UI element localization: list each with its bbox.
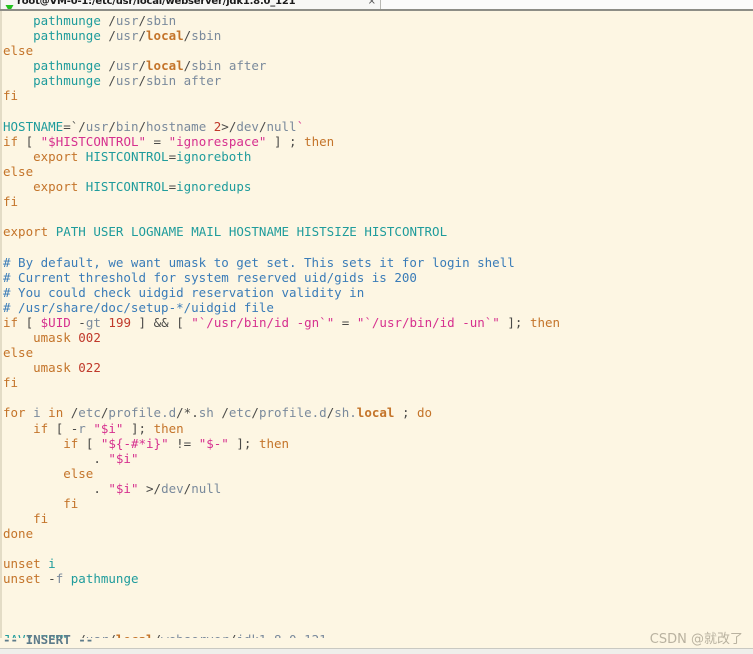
window-tab-strip: root@VM-0-1:/etc/usr/local/webserver/jdk…: [0, 0, 753, 11]
window-bottom-bar: [0, 648, 753, 654]
code-line: HOSTNAME=`/usr/bin/hostname 2>/dev/null`: [3, 118, 305, 134]
code-line: if [ "$HISTCONTROL" = "ignorespace" ] ; …: [3, 133, 335, 149]
code-line: umask 002: [33, 329, 101, 345]
code-line: # By default, we want umask to get set. …: [3, 254, 515, 270]
code-line: done: [3, 526, 34, 542]
code-line: if [ $UID -gt 199 ] && [ "`/usr/bin/id -…: [3, 314, 561, 330]
green-arrow-icon: [5, 0, 14, 10]
vim-terminal-window: root@VM-0-1:/etc/usr/local/webserver/jdk…: [0, 0, 753, 654]
code-line: pathmunge /usr/sbin: [33, 13, 177, 28]
code-line: else: [3, 345, 34, 361]
code-line: export HISTCONTROL=ignoredups: [33, 179, 252, 195]
code-line: fi: [3, 194, 19, 210]
code-line: fi: [63, 496, 79, 511]
code-line: # You could check uidgid reservation val…: [3, 284, 365, 300]
code-line: fi: [3, 375, 19, 391]
code-line: # /usr/share/doc/setup-*/uidgid file: [3, 299, 274, 315]
code-line: if [ "${-#*i}" != "$-" ]; then: [63, 435, 290, 451]
close-icon[interactable]: ×: [368, 0, 376, 7]
code-line: export HISTCONTROL=ignoreboth: [33, 148, 252, 164]
code-line: . "$i": [93, 450, 139, 466]
code-line: . "$i" >/dev/null: [93, 480, 222, 496]
code-line: unset -f pathmunge: [3, 571, 139, 587]
code-line: pathmunge /usr/local/sbin after: [33, 58, 267, 74]
code-line: fi: [3, 88, 19, 104]
code-line: else: [63, 465, 94, 481]
vim-status-line: -- INSERT --: [3, 632, 94, 647]
tab-title-label: root@VM-0-1:/etc/usr/local/webserver/jdk…: [17, 0, 296, 7]
vim-editor-area[interactable]: pathmunge /usr/sbin pathmunge /usr/local…: [0, 11, 753, 638]
code-line: umask 022: [33, 360, 101, 376]
code-line: fi: [33, 511, 49, 527]
code-line: else: [3, 43, 34, 59]
file-contents[interactable]: pathmunge /usr/sbin pathmunge /usr/local…: [2, 11, 753, 638]
code-line: if [ -r "$i" ]; then: [33, 420, 184, 436]
code-line: pathmunge /usr/local/sbin: [33, 28, 222, 44]
code-line: else: [3, 163, 34, 179]
code-line: # Current threshold for system reserved …: [3, 269, 417, 285]
code-line: unset i: [3, 556, 56, 572]
code-line: for i in /etc/profile.d/*.sh /etc/profil…: [3, 405, 433, 421]
code-line: pathmunge /usr/sbin after: [33, 73, 222, 89]
code-line: export PATH USER LOGNAME MAIL HOSTNAME H…: [3, 224, 448, 240]
